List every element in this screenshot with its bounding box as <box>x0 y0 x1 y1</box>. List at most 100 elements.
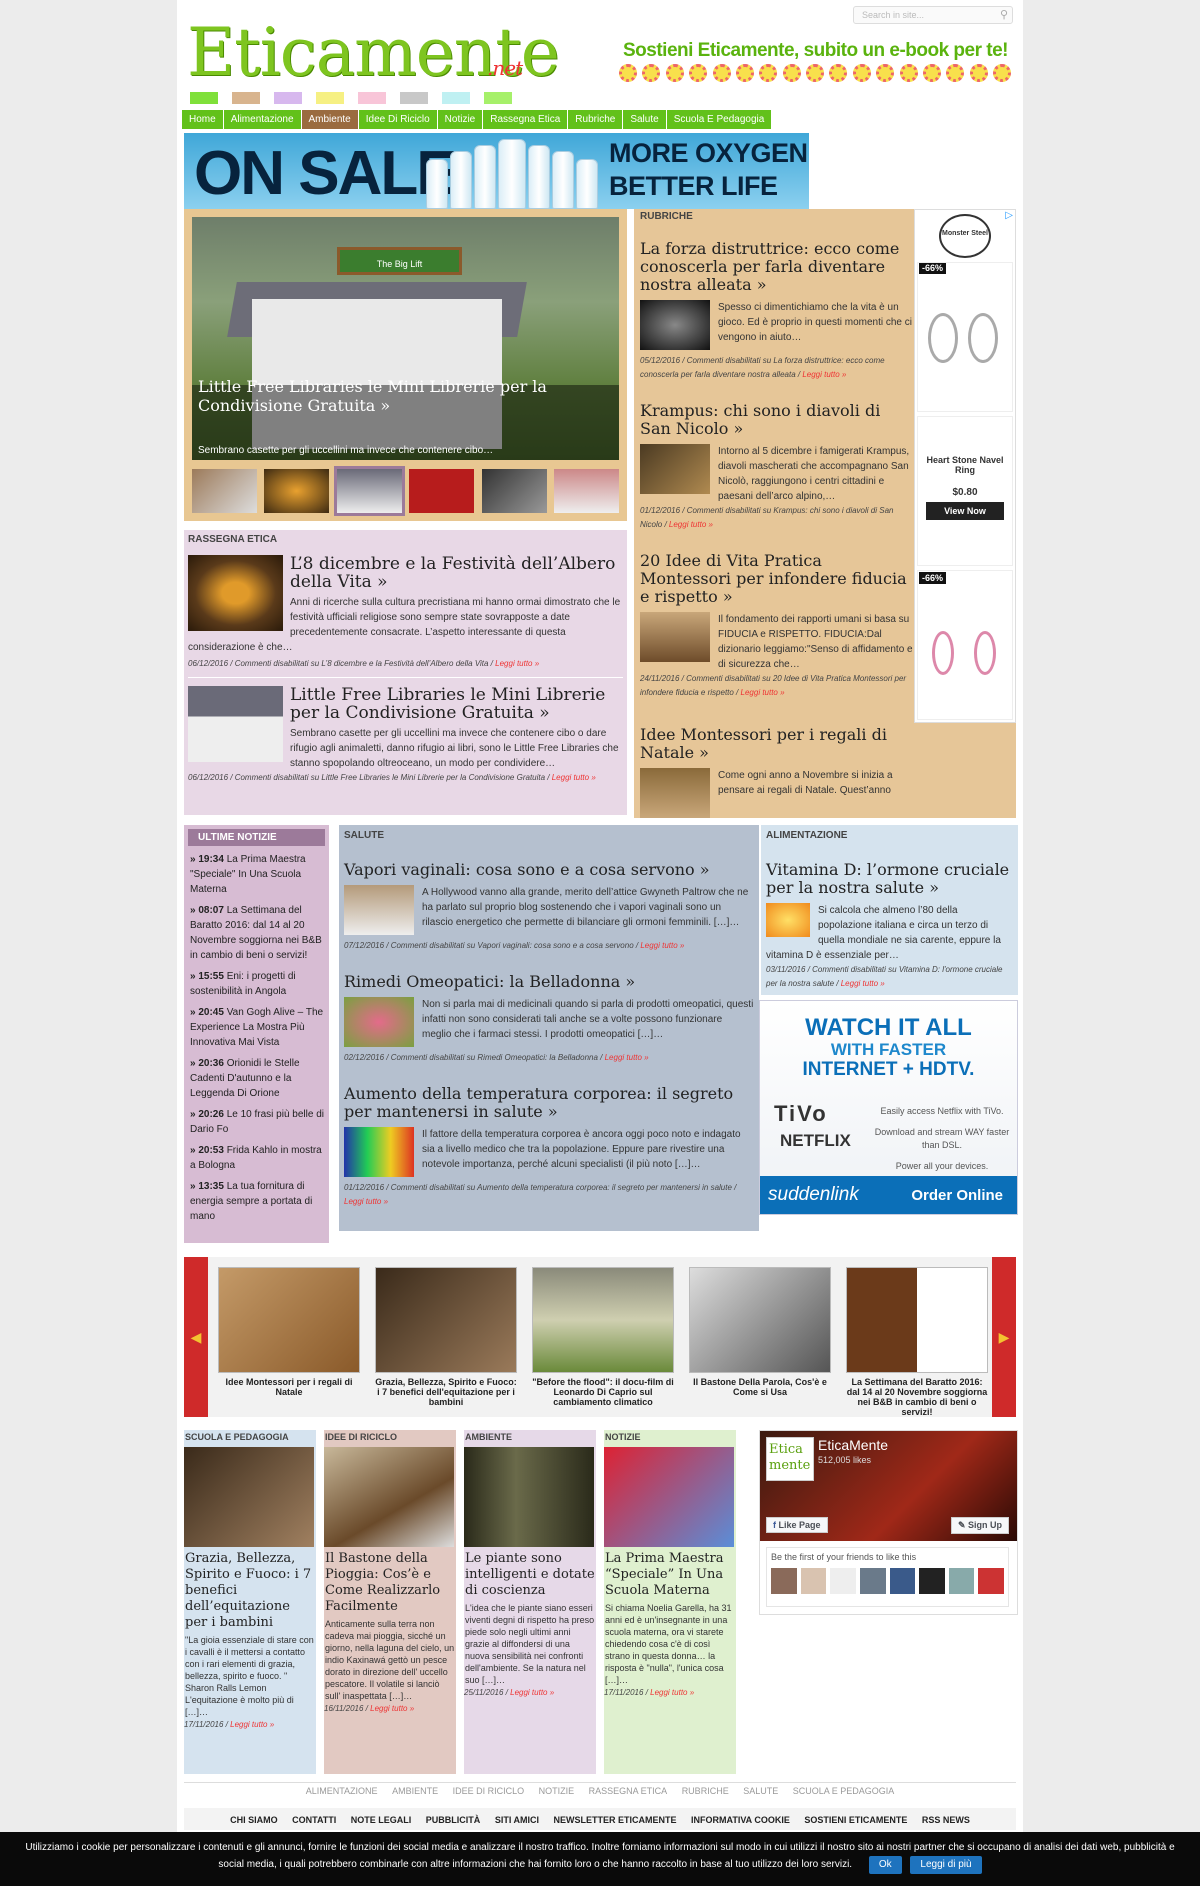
column-title[interactable]: Le piante sono intelligenti e dotate di … <box>464 1547 596 1602</box>
footer-link[interactable]: CONTATTI <box>292 1815 336 1825</box>
column-title[interactable]: La Prima Maestra “Speciale” In Una Scuol… <box>604 1547 736 1602</box>
ad-product[interactable] <box>917 262 1013 412</box>
slider-thumb[interactable] <box>481 469 547 513</box>
carousel-image[interactable] <box>218 1267 360 1373</box>
facebook-page-logo[interactable]: Etica mente <box>766 1437 814 1481</box>
article-title[interactable]: Vapori vaginali: cosa sono e a cosa serv… <box>344 861 754 879</box>
carousel-caption[interactable]: Idee Montessori per i regali di Natale <box>218 1377 360 1397</box>
slider-thumb[interactable] <box>192 469 257 513</box>
article-title[interactable]: Aumento della temperatura corporea: il s… <box>344 1085 754 1121</box>
article-title[interactable]: Krampus: chi sono i diavoli di San Nicol… <box>640 402 914 438</box>
sidebar-ad[interactable]: ▷ Monster Steel -66% Heart Stone Navel R… <box>914 209 1016 723</box>
footer-link[interactable]: RASSEGNA ETICA <box>589 1786 668 1796</box>
article-thumb[interactable] <box>344 997 414 1047</box>
read-more-link[interactable]: Leggi tutto » <box>640 941 684 950</box>
nav-idee-di-riciclo[interactable]: Idee Di Riciclo <box>358 110 438 129</box>
footer-link[interactable]: SCUOLA E PEDAGOGIA <box>793 1786 895 1796</box>
carousel-image[interactable] <box>846 1267 988 1373</box>
latest-news-item[interactable]: » 08:07 La Settimana del Baratto 2016: d… <box>188 903 325 963</box>
read-more-link[interactable]: Leggi tutto » <box>802 370 846 379</box>
facebook-like-button[interactable]: f Like Page <box>766 1517 828 1533</box>
column-image[interactable] <box>604 1447 734 1547</box>
nav-ambiente[interactable]: Ambiente <box>301 110 359 129</box>
article-thumb[interactable] <box>344 885 414 935</box>
view-now-button[interactable]: View Now <box>926 502 1004 520</box>
search-input[interactable]: Search in site... ⚲ <box>853 6 1013 24</box>
read-more-link[interactable]: Leggi tutto » <box>510 1688 554 1697</box>
nav-home[interactable]: Home <box>182 110 224 129</box>
article-title[interactable]: Idee Montessori per i regali di Natale » <box>640 726 914 762</box>
footer-link[interactable]: NOTE LEGALI <box>351 1815 412 1825</box>
article-title[interactable]: Vitamina D: l’ormone cruciale per la nos… <box>766 861 1013 897</box>
latest-news-item[interactable]: » 20:53 Frida Kahlo in mostra a Bologna <box>188 1143 325 1173</box>
avatar[interactable] <box>771 1568 797 1594</box>
avatar[interactable] <box>948 1568 975 1594</box>
promo-text[interactable]: Sostieni Eticamente, subito un e-book pe… <box>623 40 1009 62</box>
nav-notizie[interactable]: Notizie <box>437 110 484 129</box>
slide-title[interactable]: Little Free Libraries le Mini Librerie p… <box>198 377 588 415</box>
cookie-more-button[interactable]: Leggi di più <box>910 1856 982 1874</box>
nav-rassegna-etica[interactable]: Rassegna Etica <box>483 110 569 129</box>
ad-product[interactable]: Heart Stone Navel Ring $0.80 View Now <box>917 416 1013 566</box>
footer-link[interactable]: ALIMENTAZIONE <box>306 1786 378 1796</box>
footer-link[interactable]: RUBRICHE <box>682 1786 729 1796</box>
column-title[interactable]: Grazia, Bellezza, Spirito e Fuoco: i 7 b… <box>184 1547 316 1634</box>
adchoices-icon[interactable]: ▷ <box>1005 210 1013 221</box>
article-thumb[interactable] <box>344 1127 414 1177</box>
article-thumb[interactable] <box>640 300 710 350</box>
facebook-signup-button[interactable]: ✎ Sign Up <box>950 1517 1009 1534</box>
latest-news-item[interactable]: » 20:45 Van Gogh Alive – The Experience … <box>188 1005 325 1050</box>
footer-link[interactable]: NEWSLETTER ETICAMENTE <box>554 1815 677 1825</box>
read-more-link[interactable]: Leggi tutto » <box>741 688 785 697</box>
carousel-prev-button[interactable]: ◀ <box>184 1257 208 1417</box>
article-thumb[interactable] <box>640 768 710 818</box>
read-more-link[interactable]: Leggi tutto » <box>841 979 885 988</box>
avatar[interactable] <box>978 1568 1004 1594</box>
carousel-caption[interactable]: Grazia, Bellezza, Spirito e Fuoco: i 7 b… <box>375 1377 517 1407</box>
slide-image[interactable]: The Big Lift Little Free Libraries le Mi… <box>192 217 619 460</box>
site-logo[interactable]: Eticamente .net <box>187 14 560 91</box>
read-more-link[interactable]: Leggi tutto » <box>605 1053 649 1062</box>
carousel-image[interactable] <box>375 1267 517 1373</box>
latest-news-item[interactable]: » 20:36 Orionidi le Stelle Cadenti D'aut… <box>188 1056 325 1101</box>
read-more-link[interactable]: Leggi tutto » <box>669 520 713 529</box>
footer-link[interactable]: NOTIZIE <box>539 1786 575 1796</box>
carousel-caption[interactable]: La Settimana del Baratto 2016: dal 14 al… <box>846 1377 988 1417</box>
carousel-item[interactable]: Grazia, Bellezza, Spirito e Fuoco: i 7 b… <box>375 1267 517 1407</box>
nav-rubriche[interactable]: Rubriche <box>568 110 624 129</box>
latest-news-item[interactable]: » 20:26 Le 10 frasi più belle di Dario F… <box>188 1107 325 1137</box>
avatar[interactable] <box>800 1568 827 1594</box>
slider-thumb[interactable] <box>264 469 330 513</box>
tivo-ad[interactable]: WATCH IT ALL WITH FASTER INTERNET + HDTV… <box>759 1000 1018 1215</box>
footer-link[interactable]: RSS NEWS <box>922 1815 970 1825</box>
footer-link[interactable]: SALUTE <box>743 1786 778 1796</box>
carousel-next-button[interactable]: ▶ <box>992 1257 1016 1417</box>
article-thumb[interactable] <box>188 686 283 762</box>
search-icon[interactable]: ⚲ <box>1000 8 1008 21</box>
carousel-image[interactable] <box>532 1267 674 1373</box>
slider-thumb[interactable] <box>553 469 619 513</box>
read-more-link[interactable]: Leggi tutto » <box>552 773 596 782</box>
avatar[interactable] <box>919 1568 945 1594</box>
order-online-button[interactable]: Order Online <box>911 1187 1003 1204</box>
article-thumb[interactable] <box>640 612 710 662</box>
avatar[interactable] <box>830 1568 856 1594</box>
ad-banner[interactable]: ON SALE MORE OXYGEN BETTER LIFE <box>184 133 809 209</box>
latest-news-item[interactable]: » 13:35 La tua fornitura di energia semp… <box>188 1179 325 1224</box>
column-image[interactable] <box>324 1447 454 1547</box>
carousel-caption[interactable]: "Before the flood": il docu-film di Leon… <box>532 1377 674 1407</box>
nav-salute[interactable]: Salute <box>623 110 667 129</box>
carousel-item[interactable]: Il Bastone Della Parola, Cos'è e Come si… <box>689 1267 831 1397</box>
column-image[interactable] <box>464 1447 594 1547</box>
footer-link[interactable]: SOSTIENI ETICAMENTE <box>804 1815 907 1825</box>
ad-product[interactable] <box>917 570 1013 720</box>
article-title[interactable]: La forza distruttrice: ecco come conosce… <box>640 240 914 294</box>
footer-link[interactable]: CHI SIAMO <box>230 1815 278 1825</box>
carousel-item[interactable]: Idee Montessori per i regali di Natale <box>218 1267 360 1397</box>
article-title[interactable]: 20 Idee di Vita Pratica Montessori per i… <box>640 552 914 606</box>
article-thumb[interactable] <box>640 444 710 494</box>
cookie-ok-button[interactable]: Ok <box>868 1856 902 1874</box>
article-thumb[interactable] <box>766 903 810 937</box>
column-title[interactable]: Il Bastone della Pioggia: Cos’è e Come R… <box>324 1547 456 1618</box>
footer-link[interactable]: IDEE DI RICICLO <box>453 1786 525 1796</box>
